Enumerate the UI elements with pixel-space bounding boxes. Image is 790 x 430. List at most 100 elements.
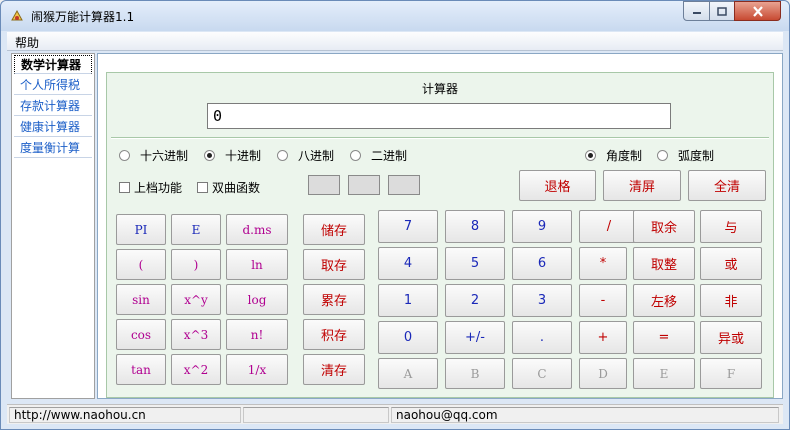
minimize-button[interactable] [683, 1, 710, 21]
key-plus[interactable]: + [579, 321, 627, 354]
key-hex-c[interactable]: C [512, 358, 572, 389]
radio-bin[interactable]: 二进制 [350, 147, 407, 163]
memory-clear-button[interactable]: 清存 [303, 354, 365, 385]
key-hex-d[interactable]: D [579, 358, 627, 389]
key-hex-f[interactable]: F [700, 358, 762, 389]
key-4[interactable]: 4 [378, 247, 438, 280]
minimize-icon [692, 12, 701, 14]
key-0[interactable]: 0 [378, 321, 438, 354]
memory-indicator-3 [388, 175, 420, 195]
status-bar: http://www.naohou.cn naohou@qq.com [7, 404, 783, 424]
key-multiply[interactable]: * [579, 247, 627, 280]
memory-store-button[interactable]: 储存 [303, 214, 365, 245]
calculator-panel: 计算器 0 十六进制 十进制 八进制 二进制 角度制 弧度制 上档功能 双曲函数… [106, 72, 774, 398]
checkbox-icon [197, 181, 208, 193]
key-1[interactable]: 1 [378, 284, 438, 317]
memory-multiply-button[interactable]: 积存 [303, 319, 365, 350]
clear-all-button[interactable]: 全清 [688, 170, 766, 201]
status-email: naohou@qq.com [391, 407, 779, 423]
maximize-button[interactable] [709, 1, 735, 21]
radio-dec[interactable]: 十进制 [204, 147, 261, 163]
sidebar-item-income-tax[interactable]: 个人所得税 [14, 76, 92, 95]
calculator-title: 计算器 [421, 82, 458, 96]
pi-button[interactable]: PI [116, 214, 166, 245]
menu-help[interactable]: 帮助 [15, 34, 39, 51]
radio-selected-icon [204, 149, 215, 161]
key-hex-e[interactable]: E [633, 358, 695, 389]
square-button[interactable]: x^2 [171, 354, 221, 385]
radio-oct[interactable]: 八进制 [277, 147, 334, 163]
divider [111, 137, 769, 139]
sidebar-item-deposit[interactable]: 存款计算器 [14, 97, 92, 116]
key-8[interactable]: 8 [445, 210, 505, 243]
memory-indicator-2 [348, 175, 380, 195]
key-int[interactable]: 取整 [633, 247, 695, 280]
factorial-button[interactable]: n! [226, 319, 288, 350]
key-7[interactable]: 7 [378, 210, 438, 243]
key-9[interactable]: 9 [512, 210, 572, 243]
status-empty [243, 407, 389, 423]
sidebar-item-math[interactable]: 数学计算器 [14, 55, 92, 74]
sin-button[interactable]: sin [116, 284, 166, 315]
key-3[interactable]: 3 [512, 284, 572, 317]
key-or[interactable]: 或 [700, 247, 762, 280]
memory-add-button[interactable]: 累存 [303, 284, 365, 315]
key-hex-b[interactable]: B [445, 358, 505, 389]
radio-radian[interactable]: 弧度制 [657, 147, 714, 163]
memory-indicator-1 [308, 175, 340, 195]
checkbox-hyperbolic[interactable]: 双曲函数 [197, 179, 260, 195]
key-shift-left[interactable]: 左移 [633, 284, 695, 317]
key-not[interactable]: 非 [700, 284, 762, 317]
clear-screen-button[interactable]: 清屏 [603, 170, 681, 201]
key-equals[interactable]: = [633, 321, 695, 354]
status-website: http://www.naohou.cn [9, 407, 241, 423]
key-xor[interactable]: 异或 [700, 321, 762, 354]
title-bar[interactable]: 闹猴万能计算器1.1 [1, 1, 789, 31]
radio-label: 弧度制 [678, 148, 715, 163]
open-paren-button[interactable]: ( [116, 249, 166, 280]
reciprocal-button[interactable]: 1/x [226, 354, 288, 385]
backspace-button[interactable]: 退格 [519, 170, 596, 201]
checkbox-shift[interactable]: 上档功能 [119, 179, 182, 195]
key-hex-a[interactable]: A [378, 358, 438, 389]
sidebar-item-health[interactable]: 健康计算器 [14, 118, 92, 137]
close-icon [752, 5, 763, 17]
sidebar: 数学计算器 个人所得税 存款计算器 健康计算器 度量衡计算 [11, 53, 95, 399]
close-button[interactable] [734, 1, 781, 21]
radio-icon [119, 149, 130, 161]
power-button[interactable]: x^y [171, 284, 221, 315]
close-paren-button[interactable]: ) [171, 249, 221, 280]
key-5[interactable]: 5 [445, 247, 505, 280]
content-area: 计算器 0 十六进制 十进制 八进制 二进制 角度制 弧度制 上档功能 双曲函数… [97, 53, 783, 399]
key-divide[interactable]: / [579, 210, 639, 243]
radio-label: 十进制 [225, 148, 262, 163]
radio-icon [350, 149, 361, 161]
calculator-display[interactable]: 0 [207, 103, 671, 129]
key-minus[interactable]: - [579, 284, 627, 317]
key-negate[interactable]: +/- [445, 321, 505, 354]
key-2[interactable]: 2 [445, 284, 505, 317]
log-button[interactable]: log [226, 284, 288, 315]
cos-button[interactable]: cos [116, 319, 166, 350]
radio-label: 二进制 [371, 148, 408, 163]
key-6[interactable]: 6 [512, 247, 572, 280]
radio-label: 角度制 [606, 148, 643, 163]
cube-button[interactable]: x^3 [171, 319, 221, 350]
key-decimal[interactable]: . [512, 321, 572, 354]
checkbox-icon [119, 181, 130, 193]
ln-button[interactable]: ln [226, 249, 288, 280]
menu-bar: 帮助 [7, 32, 783, 51]
dms-button[interactable]: d.ms [226, 214, 288, 245]
sidebar-item-measure[interactable]: 度量衡计算 [14, 139, 92, 158]
radio-label: 十六进制 [140, 148, 189, 163]
key-mod[interactable]: 取余 [633, 210, 695, 243]
radio-hex[interactable]: 十六进制 [119, 147, 188, 163]
tan-button[interactable]: tan [116, 354, 166, 385]
key-and[interactable]: 与 [700, 210, 762, 243]
app-icon [11, 9, 23, 21]
e-button[interactable]: E [171, 214, 221, 245]
checkbox-label: 上档功能 [134, 180, 183, 195]
radio-label: 八进制 [298, 148, 335, 163]
radio-degree[interactable]: 角度制 [585, 147, 642, 163]
memory-recall-button[interactable]: 取存 [303, 249, 365, 280]
